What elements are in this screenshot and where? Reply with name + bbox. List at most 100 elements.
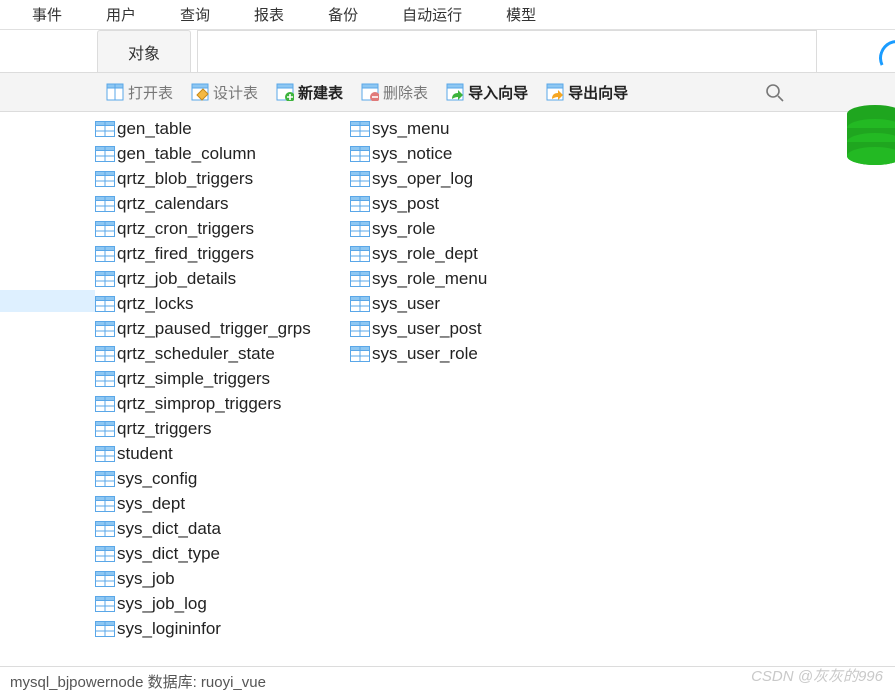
table-item[interactable]: sys_dept [95, 491, 350, 516]
tab-object[interactable]: 对象 [97, 30, 191, 72]
table-label: qrtz_blob_triggers [117, 169, 253, 189]
table-item[interactable]: qrtz_cron_triggers [95, 216, 350, 241]
design-table-button[interactable]: 设计表 [182, 73, 267, 111]
table-item[interactable]: qrtz_blob_triggers [95, 166, 350, 191]
table-label: qrtz_locks [117, 294, 194, 314]
table-item[interactable]: sys_user [350, 291, 580, 316]
table-item[interactable]: qrtz_simprop_triggers [95, 391, 350, 416]
table-label: sys_job_log [117, 594, 207, 614]
table-label: qrtz_fired_triggers [117, 244, 254, 264]
table-label: student [117, 444, 173, 464]
table-item[interactable]: sys_job_log [95, 591, 350, 616]
content-area: gen_table gen_table_column qrtz_blob_trigg… [0, 112, 895, 666]
table-label: sys_post [372, 194, 439, 214]
table-item[interactable]: sys_logininfor [95, 616, 350, 641]
filter-input[interactable] [197, 30, 817, 72]
refresh-icon [874, 35, 895, 81]
table-label: sys_oper_log [372, 169, 473, 189]
new-table-label: 新建表 [298, 82, 343, 103]
table-item[interactable]: qrtz_simple_triggers [95, 366, 350, 391]
menu-backup[interactable]: 备份 [306, 0, 380, 29]
table-label: qrtz_calendars [117, 194, 229, 214]
table-item[interactable]: sys_role_dept [350, 241, 580, 266]
table-label: qrtz_scheduler_state [117, 344, 275, 364]
table-label: qrtz_paused_trigger_grps [117, 319, 311, 339]
tables-col-2: sys_menu sys_notice sys_oper_log sys_postsy… [350, 116, 580, 666]
right-panel-partial [815, 30, 895, 690]
table-label: qrtz_cron_triggers [117, 219, 254, 239]
menubar: 事件 用户 查询 报表 备份 自动运行 模型 [0, 0, 895, 30]
table-item[interactable]: qrtz_paused_trigger_grps [95, 316, 350, 341]
import-wizard-button[interactable]: 导入向导 [437, 73, 537, 111]
table-label: sys_logininfor [117, 619, 221, 639]
export-icon [546, 83, 564, 101]
table-label: qrtz_simprop_triggers [117, 394, 281, 414]
table-label: sys_user_post [372, 319, 482, 339]
export-wizard-label: 导出向导 [568, 82, 628, 103]
table-item[interactable]: qrtz_fired_triggers [95, 241, 350, 266]
tables-area: gen_table gen_table_column qrtz_blob_trigg… [95, 112, 815, 666]
table-item[interactable]: sys_post [350, 191, 580, 216]
table-item[interactable]: sys_user_role [350, 341, 580, 366]
table-item[interactable]: sys_dict_data [95, 516, 350, 541]
import-wizard-label: 导入向导 [468, 82, 528, 103]
table-item[interactable]: gen_table [95, 116, 350, 141]
toolbar: 打开表 设计表 新建表 删除表 导入向导 导出向导 [0, 72, 895, 112]
table-item[interactable]: sys_config [95, 466, 350, 491]
table-item[interactable]: sys_notice [350, 141, 580, 166]
open-table-label: 打开表 [128, 82, 173, 103]
menu-event[interactable]: 事件 [10, 0, 84, 29]
table-label: sys_job [117, 569, 175, 589]
sidebar-spacer [0, 112, 95, 666]
sidebar-selected-row [0, 290, 95, 312]
database-icon [843, 104, 895, 176]
table-item[interactable]: sys_job [95, 566, 350, 591]
table-item[interactable]: sys_role [350, 216, 580, 241]
table-label: sys_menu [372, 119, 449, 139]
table-item[interactable]: sys_oper_log [350, 166, 580, 191]
table-label: sys_user [372, 294, 440, 314]
menu-model[interactable]: 模型 [484, 0, 558, 29]
table-label: gen_table [117, 119, 192, 139]
table-item[interactable]: gen_table_column [95, 141, 350, 166]
search-icon[interactable] [765, 83, 785, 107]
table-label: sys_config [117, 469, 197, 489]
tab-row: 对象 [0, 30, 895, 72]
open-table-button[interactable]: 打开表 [97, 73, 182, 111]
table-item[interactable]: qrtz_calendars [95, 191, 350, 216]
table-item[interactable]: sys_menu [350, 116, 580, 141]
status-bar: mysql_bjpowernode 数据库: ruoyi_vue [0, 666, 895, 694]
table-label: sys_user_role [372, 344, 478, 364]
table-label: sys_notice [372, 144, 452, 164]
table-item[interactable]: sys_role_menu [350, 266, 580, 291]
export-wizard-button[interactable]: 导出向导 [537, 73, 637, 111]
menu-user[interactable]: 用户 [84, 0, 158, 29]
table-label: sys_role [372, 219, 435, 239]
table-item[interactable]: qrtz_job_details [95, 266, 350, 291]
table-label: sys_dept [117, 494, 185, 514]
design-icon [191, 83, 209, 101]
table-label: sys_dict_data [117, 519, 221, 539]
delete-table-button[interactable]: 删除表 [352, 73, 437, 111]
menu-report[interactable]: 报表 [232, 0, 306, 29]
table-label: gen_table_column [117, 144, 256, 164]
menu-automation[interactable]: 自动运行 [380, 0, 484, 29]
new-table-button[interactable]: 新建表 [267, 73, 352, 111]
table-label: qrtz_simple_triggers [117, 369, 270, 389]
delete-table-label: 删除表 [383, 82, 428, 103]
table-label: qrtz_triggers [117, 419, 211, 439]
grid-icon [106, 83, 124, 101]
table-item[interactable]: qrtz_triggers [95, 416, 350, 441]
table-item[interactable]: sys_user_post [350, 316, 580, 341]
menu-query[interactable]: 查询 [158, 0, 232, 29]
import-icon [446, 83, 464, 101]
new-icon [276, 83, 294, 101]
table-item[interactable]: student [95, 441, 350, 466]
table-item[interactable]: sys_dict_type [95, 541, 350, 566]
table-item[interactable]: qrtz_locks [95, 291, 350, 316]
table-label: sys_role_menu [372, 269, 487, 289]
table-item[interactable]: qrtz_scheduler_state [95, 341, 350, 366]
table-label: sys_role_dept [372, 244, 478, 264]
table-label: qrtz_job_details [117, 269, 236, 289]
delete-icon [361, 83, 379, 101]
